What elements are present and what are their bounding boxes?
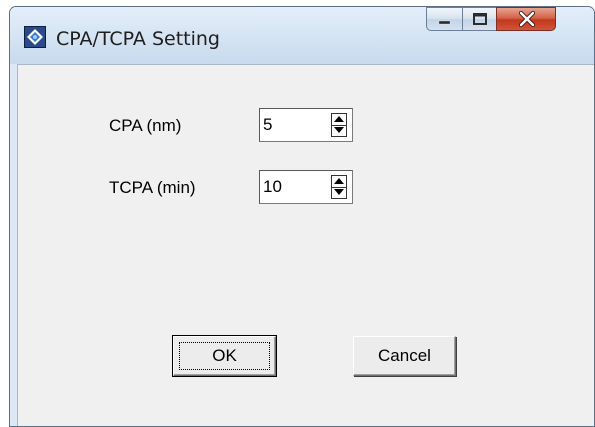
tcpa-label: TCPA (min) bbox=[109, 178, 196, 197]
cpa-spin-arrows[interactable] bbox=[331, 113, 347, 137]
cpa-value[interactable]: 5 bbox=[263, 115, 272, 135]
minimize-button[interactable] bbox=[426, 7, 462, 31]
cpa-decrement-button[interactable] bbox=[332, 125, 346, 136]
ok-label: OK bbox=[212, 346, 237, 365]
tcpa-decrement-button[interactable] bbox=[332, 187, 346, 198]
tcpa-spin-arrows[interactable] bbox=[331, 175, 347, 199]
dialog-window: CPA/TCPA Setting CPA (nm) 5 TCPA (min) 1… bbox=[9, 6, 595, 427]
ok-button[interactable]: OK bbox=[172, 335, 277, 377]
arrow-up-icon bbox=[334, 116, 344, 122]
dialog-client-area: CPA (nm) 5 TCPA (min) 10 OK Cancel bbox=[17, 64, 594, 426]
app-icon bbox=[24, 26, 46, 48]
tcpa-spinner[interactable]: 10 bbox=[259, 170, 353, 204]
maximize-button[interactable] bbox=[462, 7, 496, 31]
arrow-down-icon bbox=[334, 189, 344, 195]
cpa-label: CPA (nm) bbox=[109, 116, 182, 135]
cancel-button[interactable]: Cancel bbox=[353, 336, 456, 376]
caption-buttons bbox=[426, 7, 556, 31]
close-button[interactable] bbox=[496, 7, 556, 31]
cancel-label: Cancel bbox=[378, 346, 431, 365]
close-icon bbox=[518, 10, 536, 28]
window-title: CPA/TCPA Setting bbox=[56, 28, 220, 50]
title-bar[interactable]: CPA/TCPA Setting bbox=[10, 7, 594, 64]
arrow-up-icon bbox=[334, 178, 344, 184]
arrow-down-icon bbox=[334, 127, 344, 133]
minimize-icon bbox=[438, 20, 451, 25]
maximize-icon bbox=[473, 13, 487, 25]
cpa-spinner[interactable]: 5 bbox=[259, 108, 353, 142]
tcpa-value[interactable]: 10 bbox=[263, 177, 282, 197]
